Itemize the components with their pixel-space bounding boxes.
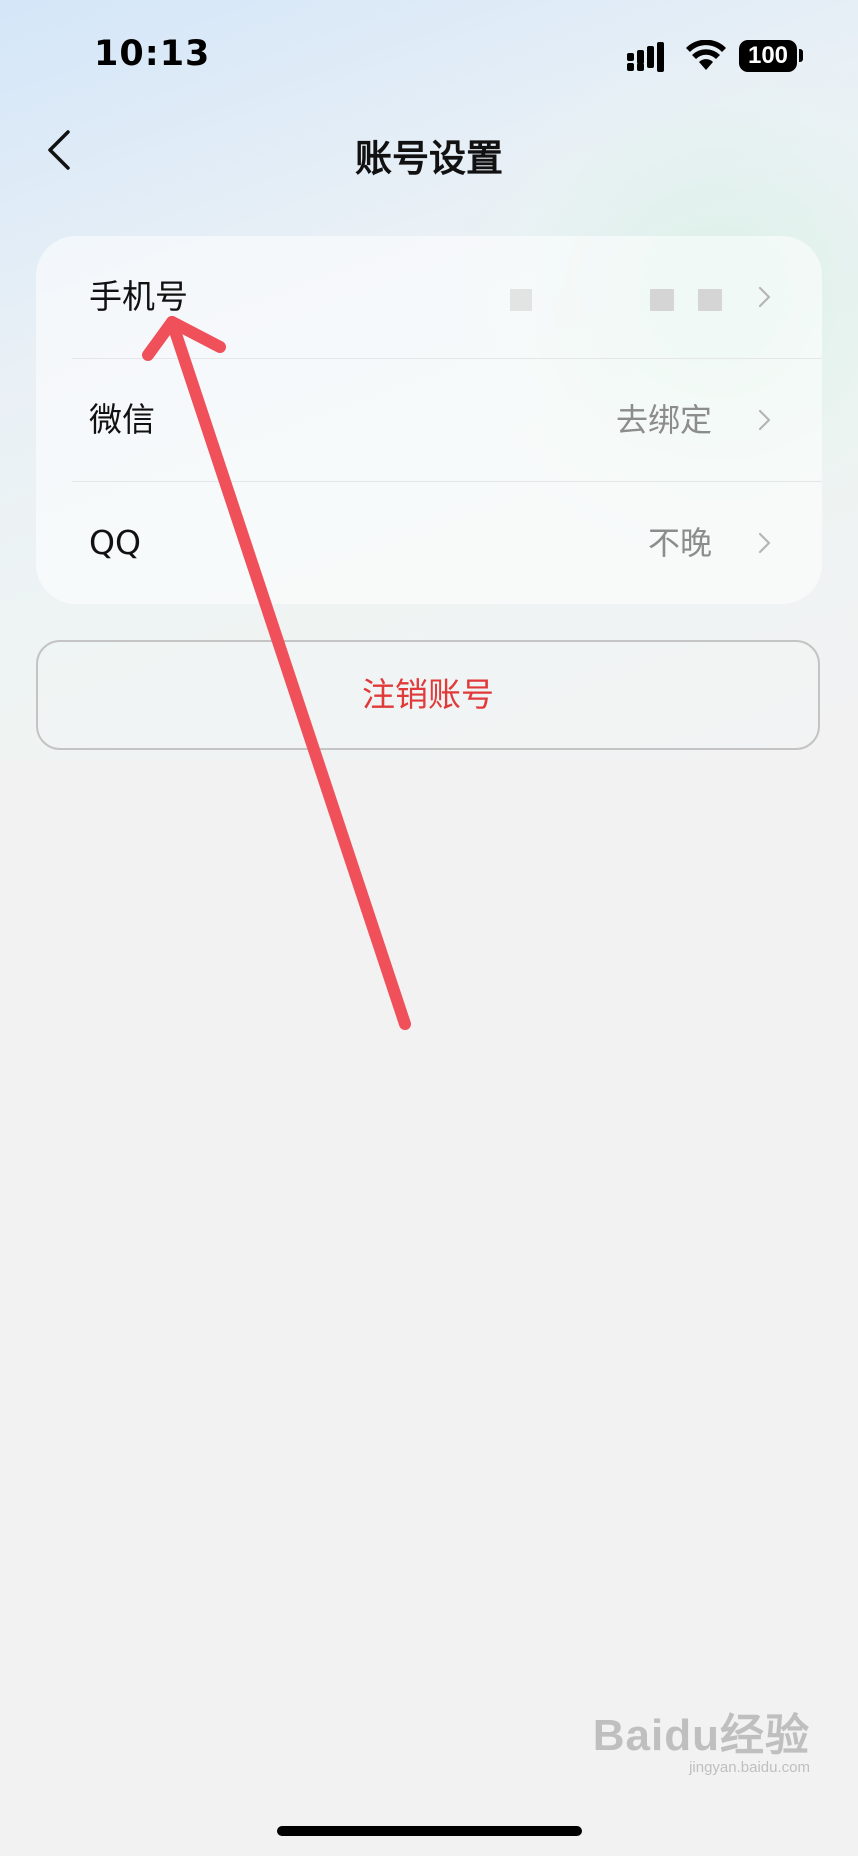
battery-cap [799,49,803,62]
battery-indicator: 100 [739,40,797,72]
delete-account-button[interactable]: 注销账号 [36,640,820,750]
status-time: 10:13 [94,34,211,74]
chevron-right-icon [758,286,771,308]
navigation-bar: 账号设置 [0,110,858,190]
masked-phone-block [698,289,722,311]
settings-row-qq[interactable]: QQ 不晚 [36,482,822,604]
watermark-logo: Baidu经验 [592,1711,810,1760]
row-label-qq: QQ [89,523,141,562]
chevron-right-icon [758,409,771,431]
watermark: Baidu经验 jingyan.baidu.com [593,1699,810,1776]
status-bar: 10:13 100 [0,0,858,110]
row-value-wechat: 去绑定 [615,401,712,439]
cellular-signal-icon [627,42,664,72]
row-value-qq: 不晚 [647,524,712,562]
settings-row-phone[interactable]: 手机号 [36,236,822,358]
home-indicator[interactable] [277,1826,582,1836]
row-label-wechat: 微信 [89,400,155,439]
row-label-phone: 手机号 [89,277,188,316]
settings-row-wechat[interactable]: 微信 去绑定 [36,359,822,481]
masked-phone-block [510,289,532,311]
chevron-right-icon [758,532,771,554]
masked-phone-block [650,289,674,311]
page-title: 账号设置 [355,137,503,180]
wifi-icon [686,40,726,70]
account-settings-card: 手机号 微信 去绑定 QQ 不晚 [36,236,822,604]
